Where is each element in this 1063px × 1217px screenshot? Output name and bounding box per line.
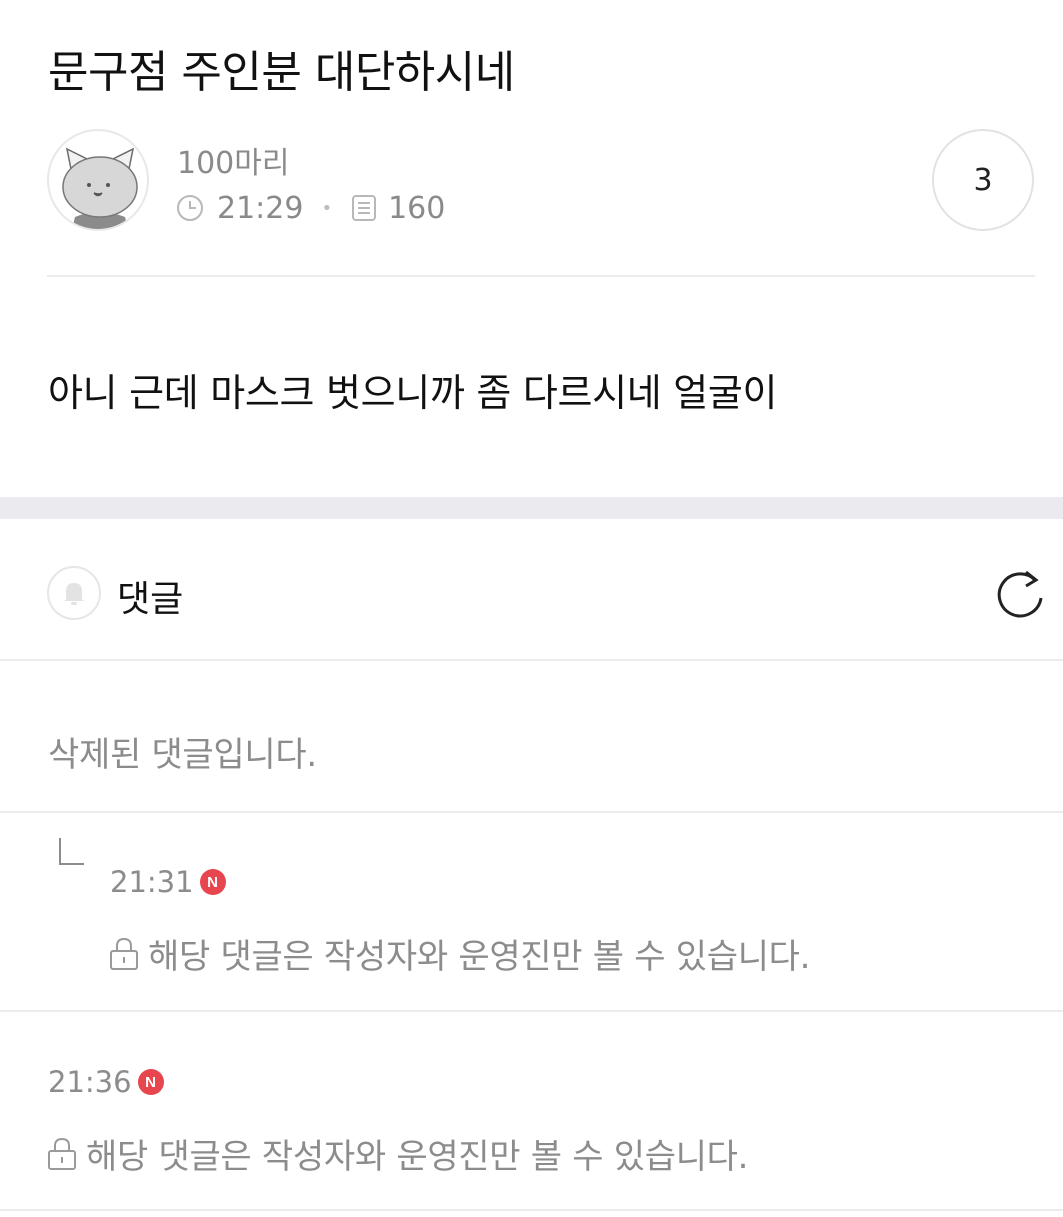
views-document-icon [352,195,377,221]
bell-icon [64,583,84,605]
post-time: 21:29 [217,190,304,226]
divider [0,1209,1063,1211]
deleted-comment: 삭제된 댓글입니다. [48,735,317,775]
comment-notification-button[interactable] [47,566,101,620]
new-badge: N [137,1069,164,1095]
comment-count-button[interactable]: 3 [932,129,1034,231]
divider [47,275,1035,277]
lock-icon [48,1137,76,1170]
refresh-button[interactable] [990,566,1048,624]
reply-indent-icon [59,838,84,865]
post-title: 문구점 주인분 대단하시네 [48,47,515,98]
divider [0,1010,1063,1012]
divider [0,811,1063,813]
comments-heading: 댓글 [117,579,184,620]
private-comment-text: 해당 댓글은 작성자와 운영진만 볼 수 있습니다. [148,937,811,977]
comment-time: 21:31 N [110,865,226,899]
new-badge: N [199,869,226,895]
divider [0,659,1063,661]
clock-icon [177,195,203,221]
cat-avatar-icon [62,147,138,229]
separator-dot: • [321,197,333,219]
lock-icon [110,937,138,970]
private-comment-text: 해당 댓글은 작성자와 운영진만 볼 수 있습니다. [86,1137,749,1177]
private-comment: 해당 댓글은 작성자와 운영진만 볼 수 있습니다. [108,929,810,978]
article-page: 문구점 주인분 대단하시네 100마리 21:29 • 160 3 아니 근데 … [0,0,1063,1217]
post-meta: 21:29 • 160 [175,190,445,226]
comment-time: 21:36 N [48,1065,164,1099]
author-name[interactable]: 100마리 [177,138,289,182]
post-body: 아니 근데 마스크 벗으니까 좀 다르시네 얼굴이 [48,371,778,415]
comment-time-text: 21:36 [48,1065,132,1099]
section-separator [0,497,1063,519]
private-comment: 해당 댓글은 작성자와 운영진만 볼 수 있습니다. [46,1129,748,1178]
comment-time-text: 21:31 [110,865,194,899]
avatar[interactable] [47,129,149,231]
view-count: 160 [388,190,446,226]
refresh-icon [997,570,1043,618]
